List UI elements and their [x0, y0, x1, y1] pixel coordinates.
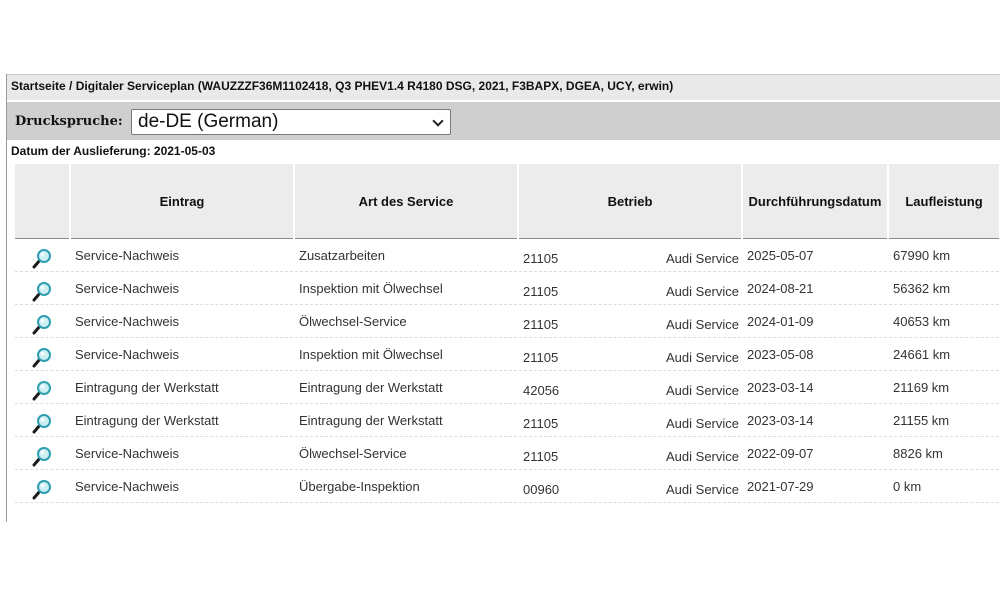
header-durchfuehrungsdatum: Durchführungsdatum [743, 164, 887, 239]
breadcrumb: Startseite / Digitaler Serviceplan (WAUZ… [7, 74, 1000, 100]
print-language-label: Druckspruche: [15, 114, 123, 129]
cell-art-des-service: Ölwechsel-Service [295, 437, 517, 470]
cell-durchfuehrungsdatum: 2023-03-14 [743, 371, 887, 404]
cell-eintrag: Eintragung der Werkstatt [71, 404, 293, 437]
cell-eintrag: Service-Nachweis [71, 239, 293, 272]
table-row: Service-Nachweis Ölwechsel-Service 21105… [15, 305, 999, 338]
header-icon-column [15, 164, 69, 239]
betrieb-name: Audi Service [666, 449, 739, 464]
row-detail-cell [15, 338, 69, 371]
cell-art-des-service: Eintragung der Werkstatt [295, 371, 517, 404]
betrieb-name: Audi Service [666, 482, 739, 497]
betrieb-number: 21105 [523, 251, 559, 266]
table-row: Service-Nachweis Zusatzarbeiten 21105 Au… [15, 239, 999, 272]
header-betrieb: Betrieb [519, 164, 741, 239]
cell-durchfuehrungsdatum: 2021-07-29 [743, 470, 887, 503]
cell-laufleistung: 56362 km [889, 272, 999, 305]
betrieb-name: Audi Service [666, 416, 739, 431]
delivery-date: Datum der Auslieferung: 2021-05-03 [11, 144, 216, 158]
cell-laufleistung: 21169 km [889, 371, 999, 404]
magnifier-icon[interactable] [31, 313, 53, 335]
cell-art-des-service: Übergabe-Inspektion [295, 470, 517, 503]
table-row: Eintragung der Werkstatt Eintragung der … [15, 404, 999, 437]
header-eintrag: Eintrag [71, 164, 293, 239]
row-detail-cell [15, 404, 69, 437]
row-detail-cell [15, 305, 69, 338]
cell-art-des-service: Ölwechsel-Service [295, 305, 517, 338]
cell-betrieb: 00960 Audi Service [519, 470, 741, 503]
magnifier-icon[interactable] [31, 346, 53, 368]
cell-betrieb: 42056 Audi Service [519, 371, 741, 404]
row-detail-cell [15, 437, 69, 470]
header-art-des-service: Art des Service [295, 164, 517, 239]
cell-laufleistung: 67990 km [889, 239, 999, 272]
betrieb-number: 21105 [523, 449, 559, 464]
betrieb-name: Audi Service [666, 350, 739, 365]
cell-betrieb: 21105 Audi Service [519, 437, 741, 470]
row-detail-cell [15, 371, 69, 404]
cell-art-des-service: Inspektion mit Ölwechsel [295, 338, 517, 371]
magnifier-icon[interactable] [31, 379, 53, 401]
cell-laufleistung: 0 km [889, 470, 999, 503]
magnifier-icon[interactable] [31, 478, 53, 500]
cell-art-des-service: Zusatzarbeiten [295, 239, 517, 272]
betrieb-number: 00960 [523, 482, 560, 497]
table-row: Service-Nachweis Ölwechsel-Service 21105… [15, 437, 999, 470]
cell-art-des-service: Eintragung der Werkstatt [295, 404, 517, 437]
cell-eintrag: Service-Nachweis [71, 470, 293, 503]
cell-durchfuehrungsdatum: 2024-01-09 [743, 305, 887, 338]
betrieb-number: 42056 [523, 383, 560, 398]
print-language-bar: Druckspruche: de-DE (German) [7, 102, 1000, 140]
print-language-value: de-DE (German) [138, 111, 279, 132]
magnifier-icon[interactable] [31, 445, 53, 467]
table-header-row: Eintrag Art des Service Betrieb Durchfüh… [15, 164, 999, 239]
cell-laufleistung: 21155 km [889, 404, 999, 437]
table-row: Eintragung der Werkstatt Eintragung der … [15, 371, 999, 404]
cell-laufleistung: 24661 km [889, 338, 999, 371]
row-detail-cell [15, 239, 69, 272]
cell-betrieb: 21105 Audi Service [519, 239, 741, 272]
cell-durchfuehrungsdatum: 2022-09-07 [743, 437, 887, 470]
cell-betrieb: 21105 Audi Service [519, 305, 741, 338]
betrieb-name: Audi Service [666, 284, 739, 299]
table-row: Service-Nachweis Inspektion mit Ölwechse… [15, 338, 999, 371]
cell-betrieb: 21105 Audi Service [519, 404, 741, 437]
cell-betrieb: 21105 Audi Service [519, 272, 741, 305]
cell-durchfuehrungsdatum: 2025-05-07 [743, 239, 887, 272]
cell-eintrag: Service-Nachweis [71, 437, 293, 470]
service-table: Eintrag Art des Service Betrieb Durchfüh… [13, 164, 1000, 503]
cell-laufleistung: 40653 km [889, 305, 999, 338]
betrieb-number: 21105 [523, 317, 559, 332]
betrieb-name: Audi Service [666, 383, 739, 398]
cell-eintrag: Service-Nachweis [71, 338, 293, 371]
magnifier-icon[interactable] [31, 412, 53, 434]
print-language-select[interactable]: de-DE (German) [131, 109, 451, 135]
betrieb-number: 21105 [523, 416, 559, 431]
cell-laufleistung: 8826 km [889, 437, 999, 470]
cell-durchfuehrungsdatum: 2023-03-14 [743, 404, 887, 437]
row-detail-cell [15, 272, 69, 305]
cell-eintrag: Service-Nachweis [71, 272, 293, 305]
cell-eintrag: Eintragung der Werkstatt [71, 371, 293, 404]
betrieb-name: Audi Service [666, 251, 739, 266]
magnifier-icon[interactable] [31, 280, 53, 302]
cell-eintrag: Service-Nachweis [71, 305, 293, 338]
row-detail-cell [15, 470, 69, 503]
table-row: Service-Nachweis Inspektion mit Ölwechse… [15, 272, 999, 305]
cell-betrieb: 21105 Audi Service [519, 338, 741, 371]
cell-art-des-service: Inspektion mit Ölwechsel [295, 272, 517, 305]
betrieb-number: 21105 [523, 350, 559, 365]
chevron-down-icon [432, 115, 444, 127]
magnifier-icon[interactable] [31, 247, 53, 269]
cell-durchfuehrungsdatum: 2024-08-21 [743, 272, 887, 305]
service-plan-frame: Startseite / Digitaler Serviceplan (WAUZ… [6, 74, 1000, 522]
betrieb-number: 21105 [523, 284, 559, 299]
table-row: Service-Nachweis Übergabe-Inspektion 009… [15, 470, 999, 503]
header-laufleistung: Laufleistung [889, 164, 999, 239]
betrieb-name: Audi Service [666, 317, 739, 332]
cell-durchfuehrungsdatum: 2023-05-08 [743, 338, 887, 371]
